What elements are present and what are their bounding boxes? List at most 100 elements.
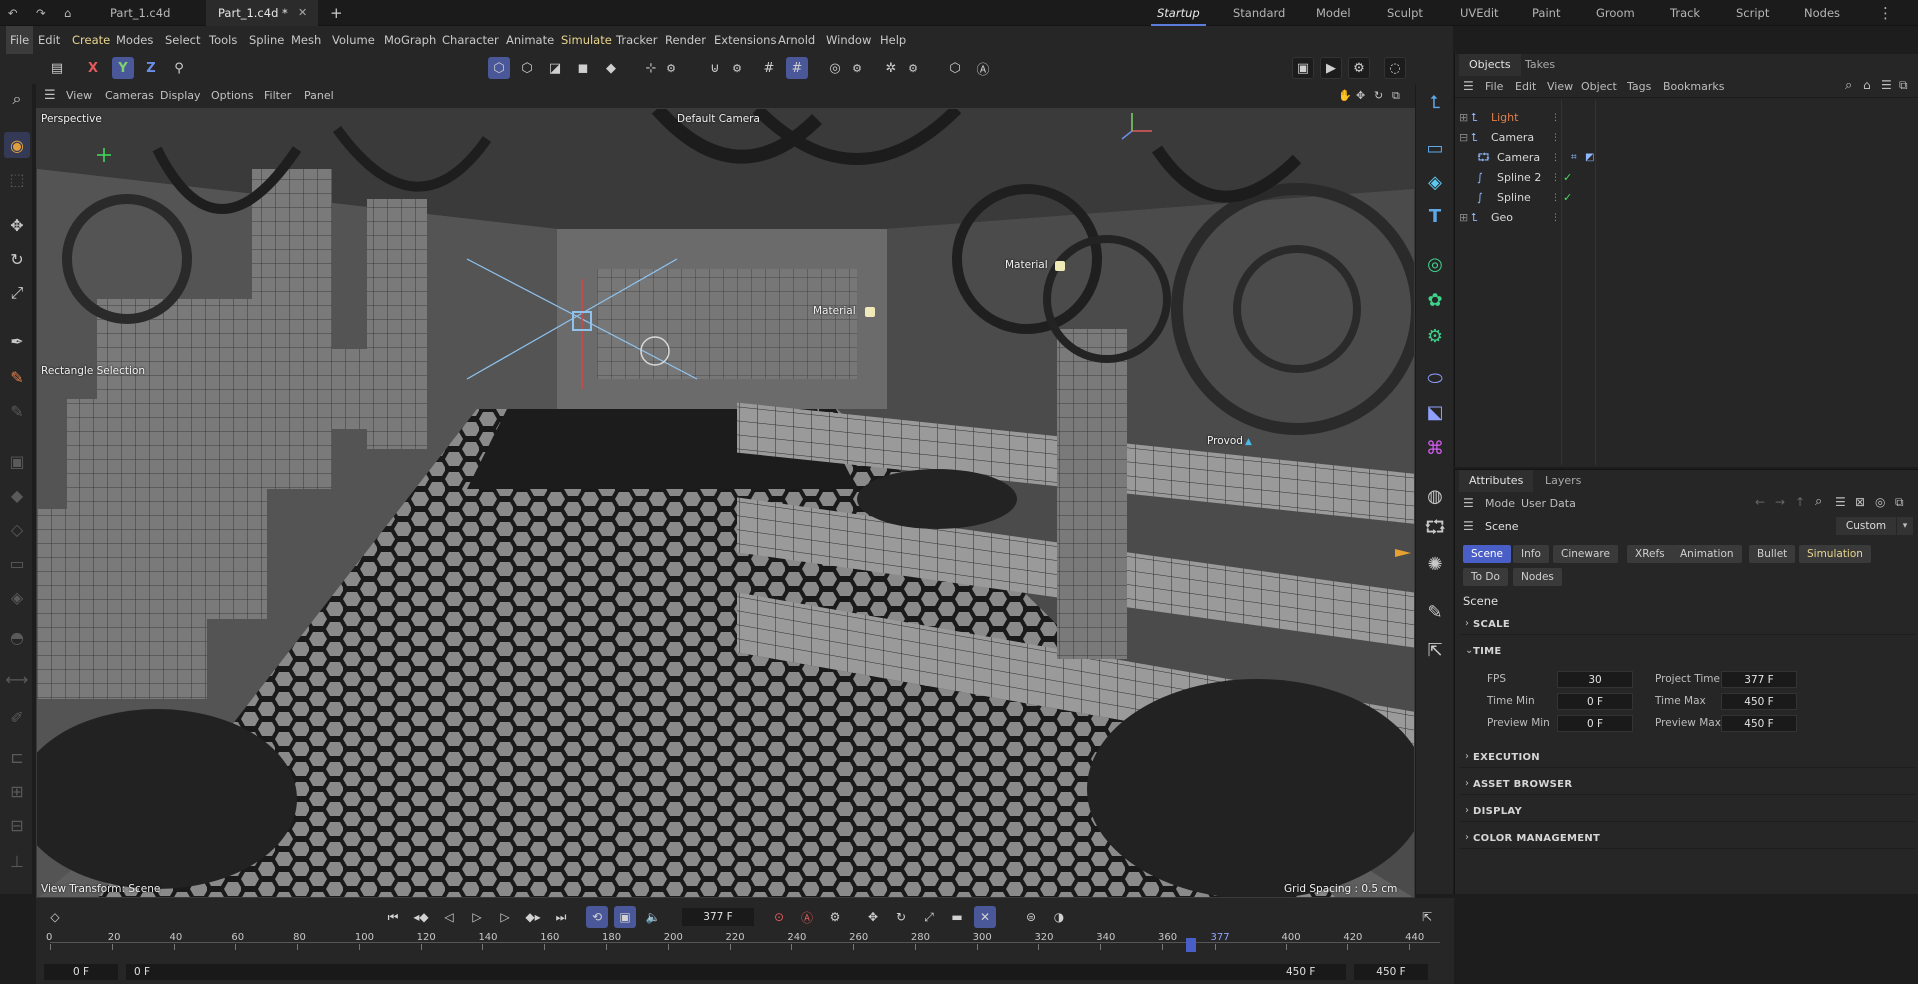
close-tab-icon[interactable]: ✕ (298, 0, 307, 26)
menu-animate[interactable]: Animate (506, 26, 554, 54)
chip-simulation[interactable]: Simulation (1799, 545, 1871, 563)
menu-file[interactable]: File (6, 26, 34, 54)
fps-field[interactable]: 30 (1557, 671, 1633, 688)
attributes-expand-icon[interactable]: ⧉ (1895, 495, 1904, 510)
polygons-mode-icon[interactable]: ◼ (572, 57, 594, 79)
range-end-field-a[interactable]: 450 F (1286, 964, 1315, 980)
autokey-icon[interactable]: Ⓐ (796, 906, 818, 928)
move-icon[interactable]: ✥ (4, 212, 30, 238)
visibility-dots-icon[interactable]: ⋮ (1551, 108, 1560, 128)
more-menu-icon[interactable]: ⋮ (1878, 0, 1893, 26)
sketch-icon[interactable]: ✎ (4, 398, 30, 424)
object-manager-icon[interactable]: ▤ (46, 57, 68, 79)
objects-search-icon[interactable]: ⌕ (1845, 78, 1852, 93)
visibility-dots-icon[interactable]: ⋮ (1551, 168, 1560, 188)
field-icon[interactable]: ⌘ (1421, 434, 1449, 462)
axis-settings-icon[interactable]: ⚙ (660, 57, 682, 79)
menu-render[interactable]: Render (665, 26, 706, 54)
preview-max-field[interactable]: 450 F (1721, 715, 1797, 732)
enabled-check-icon[interactable]: ✓ (1563, 188, 1572, 208)
tab-layers[interactable]: Layers (1535, 470, 1591, 492)
menu-tracker[interactable]: Tracker (616, 26, 658, 54)
record-icon[interactable]: ⊙ (768, 906, 790, 928)
tree-row-camera[interactable]: ⮔ Camera ⋮ ⌗ ◩ (1455, 148, 1918, 168)
volume-icon[interactable]: ⬭ (1421, 364, 1449, 392)
deformer-icon[interactable]: ⚙ (1421, 322, 1449, 350)
attributes-lock-icon[interactable]: ⊠ (1855, 495, 1865, 509)
menu-edit[interactable]: Edit (38, 26, 60, 54)
spline-pen-icon[interactable]: ✒ (4, 328, 30, 354)
tag-icon[interactable]: ✎ (1421, 598, 1449, 626)
attributes-menu-user-data[interactable]: User Data (1521, 497, 1576, 510)
snap-settings-icon[interactable]: ⚙ (726, 57, 748, 79)
weld-icon[interactable]: ⊏ (4, 744, 30, 770)
keyframe-diamond-icon[interactable]: ◇ (44, 906, 66, 928)
previous-key-icon[interactable]: ◂◆ (410, 906, 432, 928)
chip-xrefs[interactable]: XRefs (1627, 545, 1673, 563)
menu-tools[interactable]: Tools (209, 26, 237, 54)
rotate-view-icon[interactable]: ↻ (1374, 84, 1383, 108)
go-to-end-icon[interactable]: ⏭ (550, 906, 572, 928)
next-frame-icon[interactable]: ▷ (494, 906, 516, 928)
environment-icon[interactable]: ◍ (1421, 482, 1449, 510)
workplane-icon[interactable]: # (786, 57, 808, 79)
enabled-check-icon[interactable]: ✓ (1563, 168, 1572, 188)
chevron-down-icon[interactable]: ▾ (1897, 517, 1913, 535)
objects-expand-icon[interactable]: ⧉ (1899, 78, 1908, 93)
soft-selection-icon[interactable]: ◎ (824, 57, 846, 79)
key-pla-icon[interactable]: ✕ (974, 906, 996, 928)
redshift-icon[interactable]: ◌ (1384, 57, 1406, 79)
layout-groom[interactable]: Groom (1596, 0, 1635, 26)
attributes-menu-icon[interactable]: ☰ (1463, 496, 1474, 510)
chip-info[interactable]: Info (1513, 545, 1549, 563)
new-tab-icon[interactable]: + (330, 0, 343, 26)
objects-menu-tags[interactable]: Tags (1627, 80, 1651, 93)
visibility-dots-icon[interactable]: ⋮ (1551, 208, 1560, 228)
brush-icon[interactable]: ✐ (4, 704, 30, 730)
auto-icon[interactable]: Ⓐ (972, 57, 994, 79)
model-mode-icon[interactable]: ⬡ (488, 57, 510, 79)
tree-row-spline[interactable]: ∫ Spline ⋮ ✓ (1455, 188, 1918, 208)
live-selection-icon[interactable]: ◉ (4, 132, 30, 158)
viewport-menu-filter[interactable]: Filter (264, 84, 291, 108)
coordinate-system-icon[interactable]: ⚲ (168, 57, 190, 79)
export-icon[interactable]: ⇱ (1421, 636, 1449, 664)
menu-simulate[interactable]: Simulate (561, 26, 612, 54)
home-icon[interactable]: ⌂ (60, 0, 84, 26)
group-execution[interactable]: › EXECUTION (1459, 748, 1915, 768)
extrude-icon[interactable]: ▣ (4, 448, 30, 474)
key-position-icon[interactable]: ✥ (862, 906, 884, 928)
menu-character[interactable]: Character (442, 26, 499, 54)
text-spline-icon[interactable]: T (1421, 202, 1449, 230)
collapse-icon[interactable]: ⊟ (1459, 128, 1468, 148)
tab-takes[interactable]: Takes (1515, 54, 1565, 76)
generator-icon[interactable]: ⬕ (1421, 398, 1449, 426)
current-frame-field[interactable]: 377 F (682, 908, 754, 926)
tree-row-spline-2[interactable]: ∫ Spline 2 ⋮ ✓ (1455, 168, 1918, 188)
range-start-field-a[interactable]: 0 F (44, 964, 118, 980)
project-time-field[interactable]: 377 F (1721, 671, 1797, 688)
tab-attributes[interactable]: Attributes (1459, 470, 1534, 492)
undo-icon[interactable]: ↶ (0, 0, 36, 26)
key-rotation-icon[interactable]: ↻ (890, 906, 912, 928)
axis-y-toggle[interactable]: Y (112, 57, 134, 79)
bridge-icon[interactable]: ◈ (4, 584, 30, 610)
expand-icon[interactable]: ⊞ (1459, 108, 1468, 128)
nav-forward-icon[interactable]: → (1775, 495, 1785, 509)
pen-icon[interactable]: ✎ (4, 364, 30, 390)
timing-icon[interactable]: ◑ (1048, 906, 1070, 928)
soft-selection-settings-icon[interactable]: ⚙ (846, 57, 868, 79)
range-bar[interactable] (126, 964, 1346, 980)
sound-icon[interactable]: 🔈 (642, 906, 664, 928)
nav-up-icon[interactable]: ↑ (1795, 495, 1805, 509)
play-icon[interactable]: ▷ (466, 906, 488, 928)
tree-row-light[interactable]: ⊞ ⮤ Light ⋮ (1455, 108, 1918, 128)
objects-menu-file[interactable]: File (1485, 80, 1503, 93)
target-tag-icon[interactable]: ⌗ (1571, 148, 1577, 168)
layout-startup[interactable]: Startup (1151, 0, 1206, 26)
chip-cineware[interactable]: Cineware (1553, 545, 1618, 563)
rotate-icon[interactable]: ↻ (4, 246, 30, 272)
attributes-settings-icon[interactable]: ◎ (1875, 495, 1885, 509)
range-end-field-b[interactable]: 450 F (1354, 964, 1428, 980)
axis-z-toggle[interactable]: Z (140, 57, 162, 79)
